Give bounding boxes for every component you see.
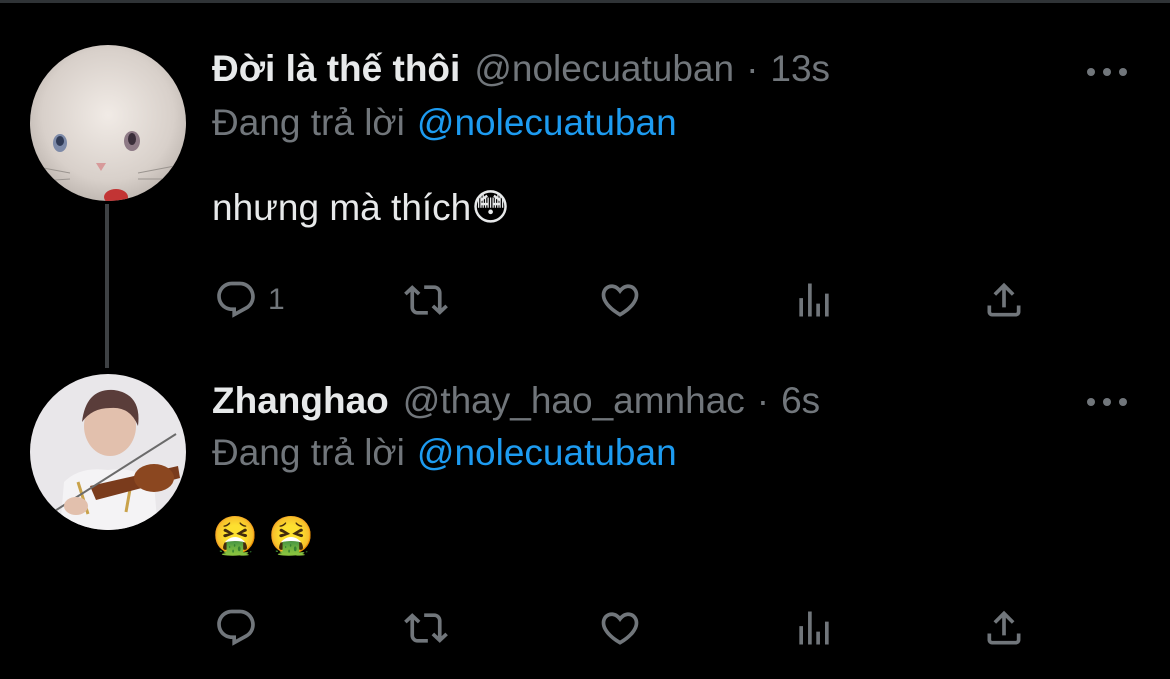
reply-button[interactable] bbox=[214, 603, 268, 653]
avatar-violinist[interactable] bbox=[30, 374, 186, 530]
user-handle[interactable]: @thay_hao_amnhac bbox=[403, 380, 745, 422]
action-bar bbox=[0, 603, 1170, 653]
tweet-header: Zhanghao @thay_hao_amnhac · 6s bbox=[212, 380, 820, 430]
like-button[interactable] bbox=[598, 603, 642, 653]
tweet[interactable]: Zhanghao @thay_hao_amnhac · 6s Đang trả … bbox=[0, 0, 1170, 646]
reply-icon bbox=[217, 609, 255, 646]
mention-link[interactable]: @nolecuatuban bbox=[417, 432, 677, 473]
reply-prefix: Đang trả lời bbox=[212, 432, 405, 473]
share-icon bbox=[987, 610, 1021, 645]
separator-dot: · bbox=[756, 380, 770, 421]
views-button[interactable] bbox=[792, 603, 836, 653]
retweet-icon bbox=[404, 613, 448, 643]
views-icon bbox=[799, 611, 829, 645]
timestamp[interactable]: 6s bbox=[781, 380, 820, 422]
replying-to: Đang trả lời @nolecuatuban bbox=[212, 432, 677, 480]
display-name[interactable]: Zhanghao bbox=[212, 380, 389, 422]
tweet-text: 🤮 🤮 bbox=[212, 515, 315, 556]
more-icon[interactable] bbox=[1087, 392, 1127, 412]
retweet-button[interactable] bbox=[404, 603, 448, 653]
like-icon bbox=[601, 612, 639, 645]
share-button[interactable] bbox=[982, 603, 1026, 653]
